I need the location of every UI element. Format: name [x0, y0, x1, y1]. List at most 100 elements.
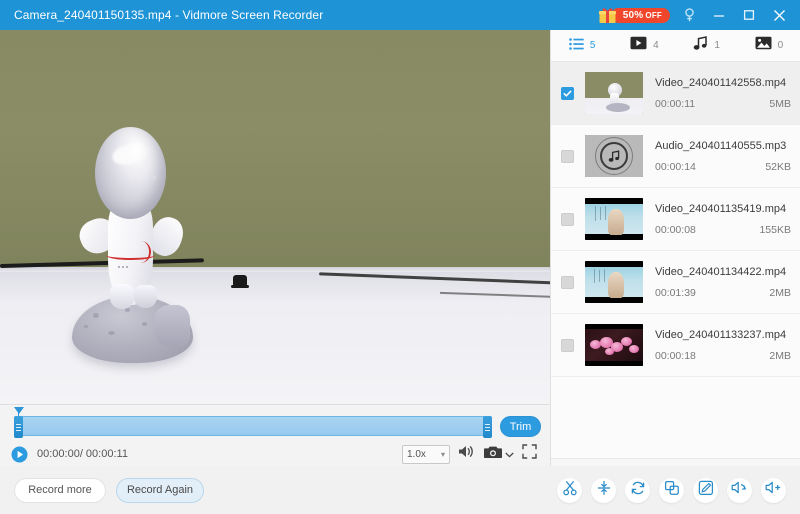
tool-converter[interactable] — [625, 477, 650, 503]
item-meta: Video_240401142558.mp4 00:00:11 5MB — [655, 77, 791, 110]
tab-count: 5 — [589, 40, 596, 51]
volume-boost-icon — [765, 480, 782, 500]
item-size: 155KB — [759, 223, 791, 236]
playhead-marker[interactable] — [14, 407, 24, 414]
list-item[interactable]: Video_240401135419.mp4 00:00:08 155KB — [551, 188, 800, 251]
minimize-icon — [713, 9, 725, 21]
volume-button[interactable] — [458, 444, 476, 464]
list-item[interactable]: Video_240401133237.mp4 00:00:18 2MB — [551, 314, 800, 377]
maximize-icon — [743, 9, 755, 21]
item-duration: 00:00:08 — [655, 223, 696, 236]
item-checkbox[interactable] — [561, 212, 574, 226]
video-preview[interactable] — [0, 30, 550, 404]
close-button[interactable] — [764, 0, 794, 30]
tool-editor[interactable] — [693, 477, 718, 503]
playback-controls: 00:00:00/ 00:00:11 1.0x ▾ — [0, 441, 550, 467]
item-thumbnail — [585, 135, 643, 177]
item-meta: Audio_240401140555.mp3 00:00:14 52KB — [655, 140, 791, 173]
tool-volume-booster[interactable] — [761, 477, 786, 503]
playhead-stem — [18, 407, 19, 416]
promo-banner[interactable]: 50% OFF — [598, 6, 670, 24]
maximize-button[interactable] — [734, 0, 764, 30]
fullscreen-button[interactable] — [522, 444, 537, 464]
tool-dock — [550, 466, 800, 514]
item-filename: Video_240401134422.mp4 — [655, 265, 787, 278]
video-icon — [630, 36, 647, 55]
snapshot-button[interactable] — [484, 445, 514, 464]
item-filename: Video_240401135419.mp4 — [655, 202, 787, 215]
item-thumbnail — [585, 198, 643, 240]
item-checkbox[interactable] — [561, 275, 574, 289]
item-duration: 00:00:18 — [655, 349, 696, 362]
promo-badge[interactable]: 50% OFF — [610, 7, 670, 23]
speed-select[interactable]: 1.0x ▾ — [402, 444, 450, 464]
item-thumbnail — [585, 324, 643, 366]
trim-handle-left[interactable] — [14, 416, 23, 438]
audio-convert-icon — [731, 480, 748, 500]
tab-video[interactable]: 4 — [613, 30, 675, 62]
tool-merger[interactable] — [659, 477, 684, 503]
timeline-track[interactable] — [14, 416, 492, 438]
tab-count: 4 — [653, 40, 659, 51]
item-checkbox[interactable] — [561, 338, 574, 352]
tab-image[interactable]: 0 — [738, 30, 800, 62]
convert-icon — [630, 480, 646, 501]
panel-tabs: 5 4 1 0 — [551, 30, 800, 62]
item-checkbox[interactable] — [561, 86, 574, 100]
preview-astronaut-chest — [117, 266, 128, 269]
playback-right-controls: 1.0x ▾ — [402, 444, 537, 464]
list-icon — [569, 37, 584, 55]
list-item[interactable]: Audio_240401140555.mp3 00:00:14 52KB — [551, 125, 800, 188]
record-again-button[interactable]: Record Again — [116, 477, 204, 503]
music-icon — [693, 35, 708, 56]
item-duration: 00:00:14 — [655, 160, 696, 173]
record-more-button[interactable]: Record more — [14, 477, 106, 503]
tool-audio-converter[interactable] — [727, 477, 752, 503]
title-bar: Camera_240401150135.mp4 - Vidmore Screen… — [0, 0, 800, 30]
compress-icon — [596, 480, 612, 501]
media-list[interactable]: Video_240401142558.mp4 00:00:11 5MB Audi… — [551, 62, 800, 458]
scissors-icon — [562, 480, 578, 501]
camera-icon — [484, 445, 502, 464]
item-duration: 00:00:11 — [655, 97, 696, 110]
list-item[interactable]: Video_240401134422.mp4 00:01:39 2MB — [551, 251, 800, 314]
preview-astronaut-leg — [110, 284, 135, 309]
pin-button[interactable] — [674, 0, 704, 30]
close-icon — [773, 9, 786, 22]
item-duration: 00:01:39 — [655, 286, 696, 299]
volume-icon — [458, 444, 476, 464]
list-item[interactable]: Video_240401142558.mp4 00:00:11 5MB — [551, 62, 800, 125]
trim-button[interactable]: Trim — [500, 416, 541, 437]
item-size: 2MB — [769, 286, 791, 299]
time-display: 00:00:00/ 00:00:11 — [37, 448, 128, 460]
timeline-selection — [15, 417, 491, 435]
minimize-button[interactable] — [704, 0, 734, 30]
tab-count: 1 — [714, 40, 720, 51]
preview-rail — [0, 267, 550, 273]
promo-off: OFF — [645, 10, 662, 20]
chevron-down-icon: ▾ — [440, 449, 445, 459]
item-size: 52KB — [765, 160, 791, 173]
merge-icon — [664, 480, 680, 501]
pin-icon — [683, 8, 696, 22]
gift-icon — [598, 6, 617, 24]
tab-count: 0 — [777, 40, 784, 51]
item-size: 2MB — [769, 349, 791, 362]
item-thumbnail — [585, 72, 643, 114]
item-filename: Video_240401142558.mp4 — [655, 76, 787, 89]
image-icon — [755, 36, 772, 55]
tab-audio[interactable]: 1 — [676, 30, 738, 62]
tool-compressor[interactable] — [591, 477, 616, 503]
item-checkbox[interactable] — [561, 149, 574, 163]
item-size: 5MB — [769, 97, 791, 110]
video-frame — [0, 30, 550, 404]
play-button[interactable] — [11, 446, 28, 463]
media-panel: 5 4 1 0 Video_240401142558.mp4 00:00:11 … — [550, 30, 800, 514]
chevron-down-icon — [505, 445, 514, 463]
item-meta: Video_240401133237.mp4 00:00:18 2MB — [655, 329, 791, 362]
tab-all[interactable]: 5 — [551, 30, 613, 62]
timeline-area: Trim 00:00:00/ 00:00:11 1.0x ▾ — [0, 404, 550, 466]
tool-trimmer[interactable] — [557, 477, 582, 503]
fullscreen-icon — [522, 444, 537, 464]
trim-handle-right[interactable] — [483, 416, 492, 438]
